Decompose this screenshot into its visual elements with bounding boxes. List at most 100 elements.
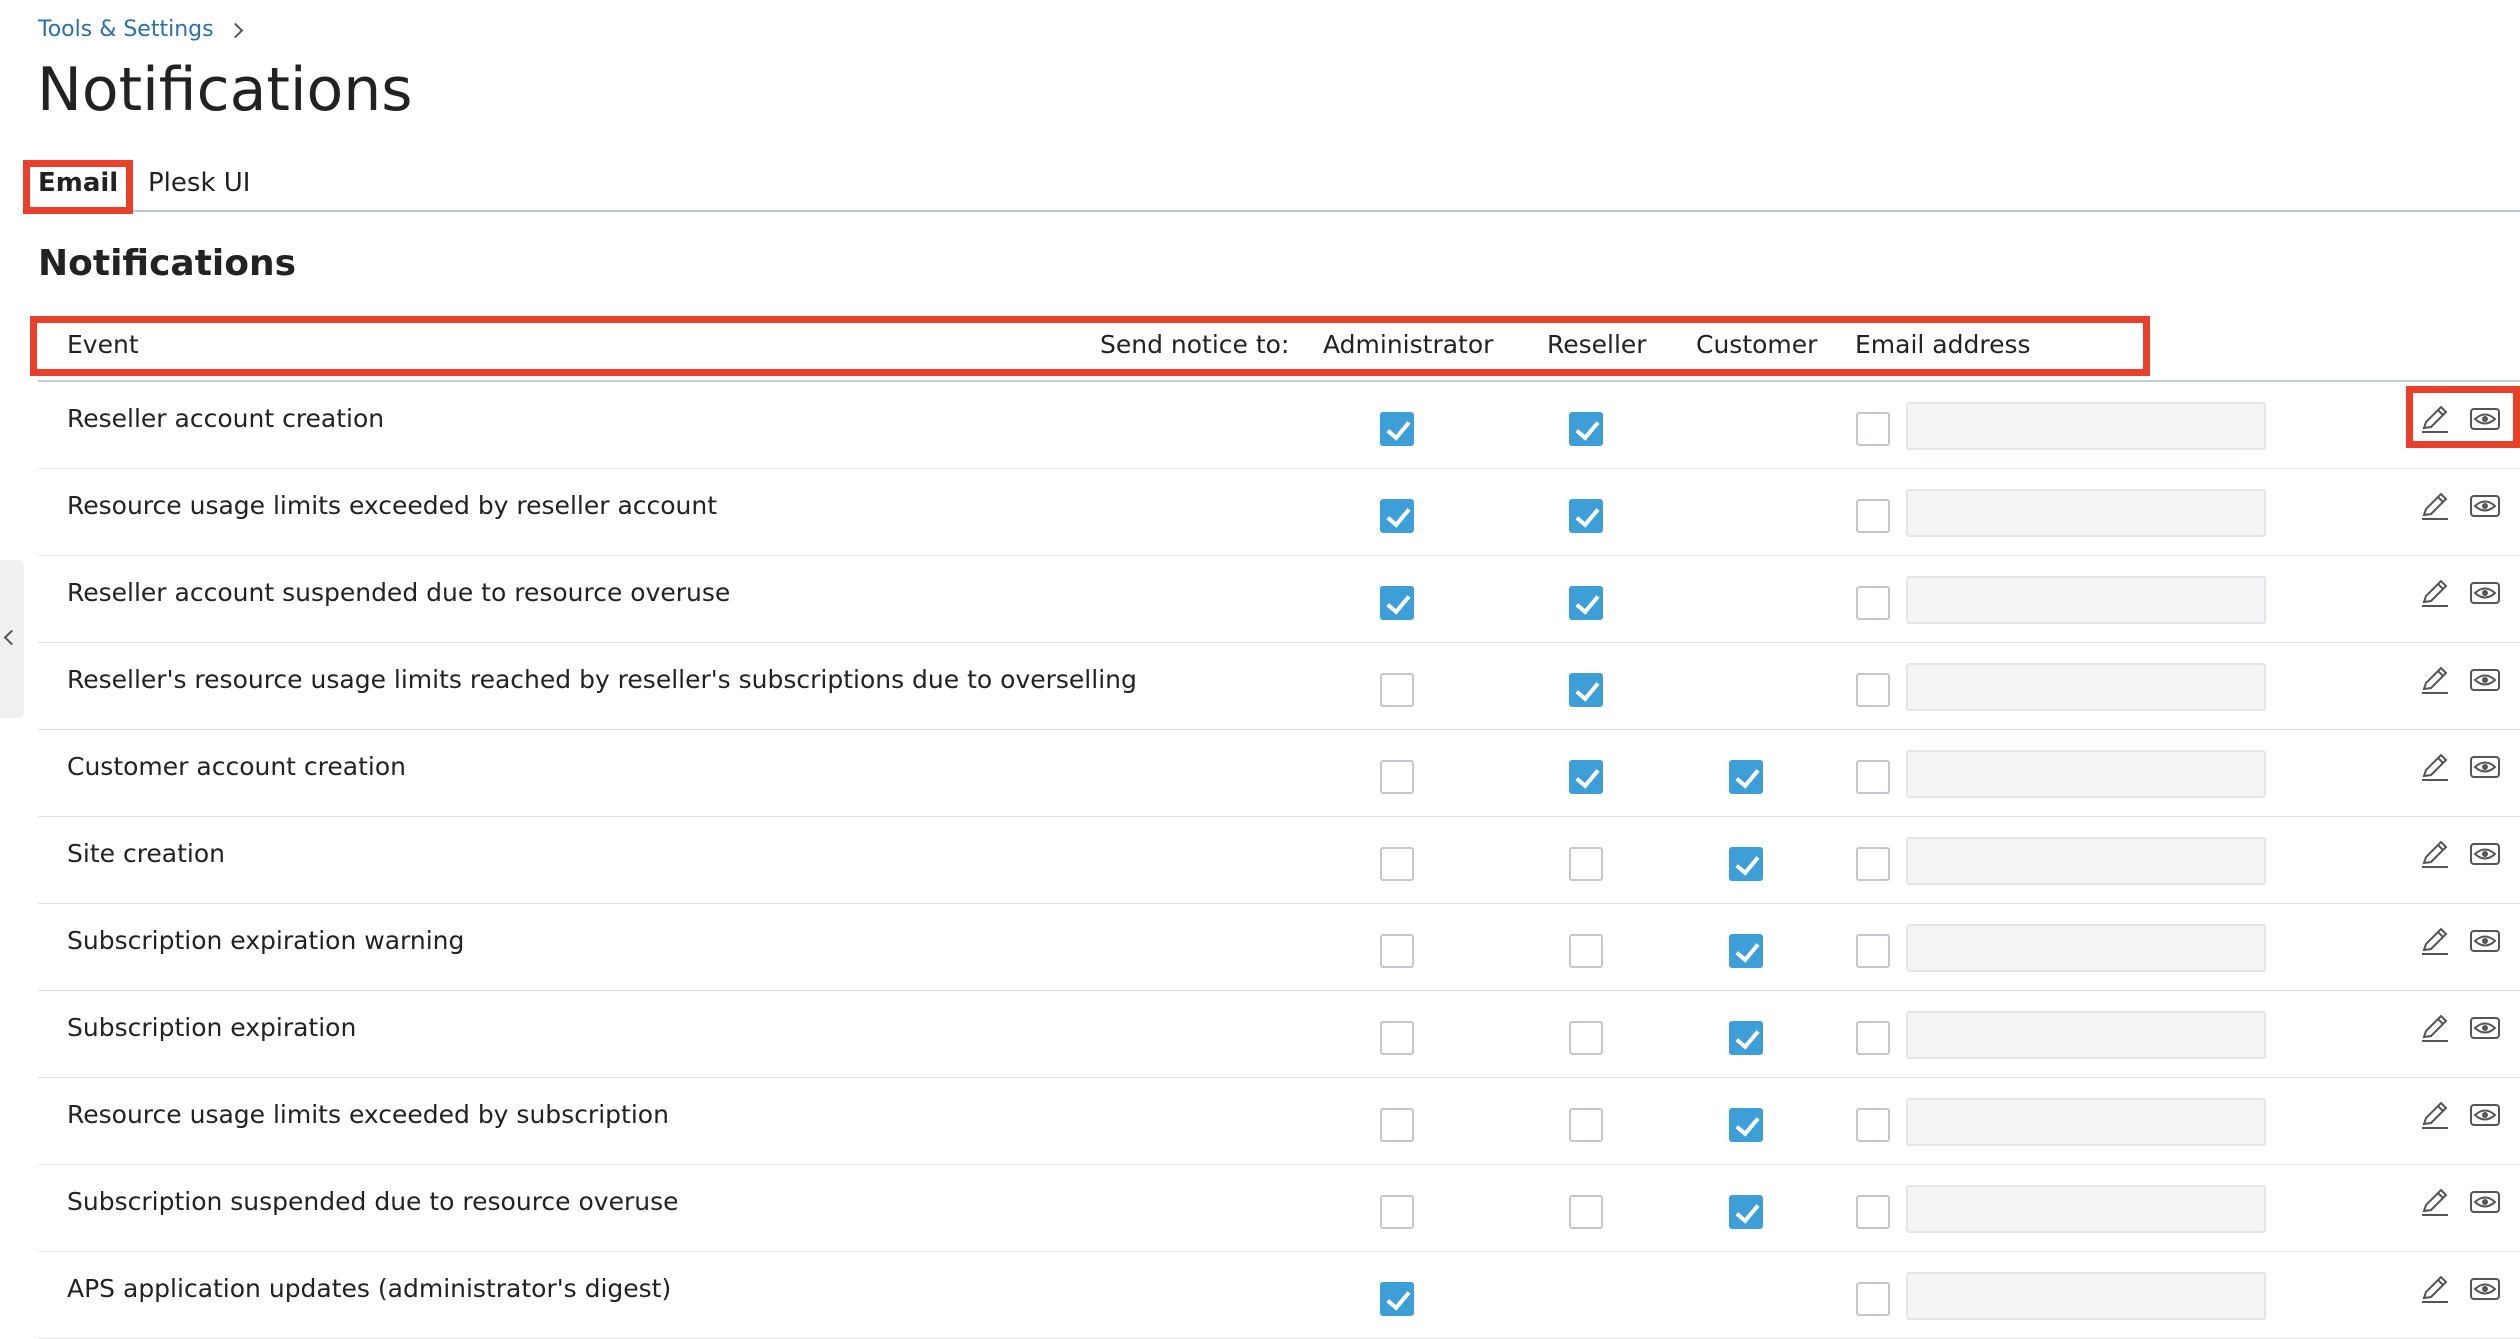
event-name: Customer account creation bbox=[67, 752, 406, 781]
customer-checkbox[interactable] bbox=[1729, 1195, 1763, 1229]
email-address-checkbox[interactable] bbox=[1856, 586, 1890, 620]
administrator-checkbox[interactable] bbox=[1380, 760, 1414, 794]
customer-checkbox[interactable] bbox=[1729, 934, 1763, 968]
eye-icon[interactable] bbox=[2468, 924, 2502, 958]
reseller-checkbox[interactable] bbox=[1569, 1108, 1603, 1142]
eye-icon[interactable] bbox=[2468, 1185, 2502, 1219]
customer-checkbox[interactable] bbox=[1729, 1108, 1763, 1142]
email-address-input[interactable] bbox=[1906, 837, 2266, 885]
table-header: Event Send notice to: Administrator Rese… bbox=[38, 328, 2520, 382]
eye-icon[interactable] bbox=[2468, 1011, 2502, 1045]
email-address-checkbox[interactable] bbox=[1856, 412, 1890, 446]
tab-email[interactable]: Email bbox=[38, 168, 118, 198]
email-address-input[interactable] bbox=[1906, 750, 2266, 798]
eye-icon[interactable] bbox=[2468, 663, 2502, 697]
column-header-event: Event bbox=[67, 330, 139, 359]
sidebar-toggle[interactable] bbox=[0, 560, 24, 718]
eye-icon[interactable] bbox=[2468, 489, 2502, 523]
event-name: Site creation bbox=[67, 839, 226, 868]
customer-checkbox[interactable] bbox=[1729, 847, 1763, 881]
administrator-checkbox[interactable] bbox=[1380, 847, 1414, 881]
email-address-checkbox[interactable] bbox=[1856, 499, 1890, 533]
email-address-input[interactable] bbox=[1906, 924, 2266, 972]
reseller-checkbox[interactable] bbox=[1569, 847, 1603, 881]
breadcrumb: Tools & Settings bbox=[38, 17, 243, 42]
email-address-input[interactable] bbox=[1906, 1098, 2266, 1146]
table-row: Reseller account creation bbox=[38, 382, 2520, 469]
notifications-page: Tools & Settings Notifications Email Ple… bbox=[0, 0, 2520, 1339]
pencil-icon[interactable] bbox=[2418, 924, 2452, 958]
reseller-checkbox[interactable] bbox=[1569, 934, 1603, 968]
reseller-checkbox[interactable] bbox=[1569, 412, 1603, 446]
column-header-send-notice-to: Send notice to: bbox=[1100, 330, 1290, 359]
pencil-icon[interactable] bbox=[2418, 837, 2452, 871]
table-row: Resource usage limits exceeded by subscr… bbox=[38, 1078, 2520, 1165]
column-header-customer: Customer bbox=[1696, 330, 1818, 359]
table-row: Subscription expiration warning bbox=[38, 904, 2520, 991]
pencil-icon[interactable] bbox=[2418, 1272, 2452, 1306]
reseller-checkbox[interactable] bbox=[1569, 760, 1603, 794]
reseller-checkbox[interactable] bbox=[1569, 673, 1603, 707]
email-address-checkbox[interactable] bbox=[1856, 934, 1890, 968]
table-row: APS application updates (administrator's… bbox=[38, 1252, 2520, 1339]
administrator-checkbox[interactable] bbox=[1380, 499, 1414, 533]
section-title: Notifications bbox=[38, 243, 297, 284]
administrator-checkbox[interactable] bbox=[1380, 412, 1414, 446]
email-address-checkbox[interactable] bbox=[1856, 1195, 1890, 1229]
pencil-icon[interactable] bbox=[2418, 576, 2452, 610]
administrator-checkbox[interactable] bbox=[1380, 673, 1414, 707]
reseller-checkbox[interactable] bbox=[1569, 499, 1603, 533]
table-row: Reseller account suspended due to resour… bbox=[38, 556, 2520, 643]
email-address-input[interactable] bbox=[1906, 1185, 2266, 1233]
reseller-checkbox[interactable] bbox=[1569, 1195, 1603, 1229]
pencil-icon[interactable] bbox=[2418, 750, 2452, 784]
breadcrumb-link-tools-settings[interactable]: Tools & Settings bbox=[38, 17, 214, 42]
email-address-input[interactable] bbox=[1906, 1011, 2266, 1059]
pencil-icon[interactable] bbox=[2418, 1098, 2452, 1132]
tab-plesk-ui[interactable]: Plesk UI bbox=[148, 168, 250, 198]
event-name: Resource usage limits exceeded by subscr… bbox=[67, 1100, 669, 1129]
administrator-checkbox[interactable] bbox=[1380, 1021, 1414, 1055]
event-name: Subscription suspended due to resource o… bbox=[67, 1187, 679, 1216]
eye-icon[interactable] bbox=[2468, 837, 2502, 871]
email-address-input[interactable] bbox=[1906, 489, 2266, 537]
table-row: Site creation bbox=[38, 817, 2520, 904]
event-name: Subscription expiration bbox=[67, 1013, 357, 1042]
eye-icon[interactable] bbox=[2468, 1098, 2502, 1132]
table-row: Resource usage limits exceeded by resell… bbox=[38, 469, 2520, 556]
administrator-checkbox[interactable] bbox=[1380, 1195, 1414, 1229]
pencil-icon[interactable] bbox=[2418, 489, 2452, 523]
email-address-checkbox[interactable] bbox=[1856, 847, 1890, 881]
chevron-left-icon bbox=[3, 629, 20, 646]
pencil-icon[interactable] bbox=[2418, 1011, 2452, 1045]
email-address-input[interactable] bbox=[1906, 1272, 2266, 1320]
reseller-checkbox[interactable] bbox=[1569, 586, 1603, 620]
event-name: Reseller's resource usage limits reached… bbox=[67, 665, 1137, 694]
email-address-input[interactable] bbox=[1906, 576, 2266, 624]
pencil-icon[interactable] bbox=[2418, 1185, 2452, 1219]
administrator-checkbox[interactable] bbox=[1380, 586, 1414, 620]
eye-icon[interactable] bbox=[2468, 402, 2502, 436]
administrator-checkbox[interactable] bbox=[1380, 1282, 1414, 1316]
event-name: Reseller account creation bbox=[67, 404, 385, 433]
customer-checkbox[interactable] bbox=[1729, 1021, 1763, 1055]
email-address-checkbox[interactable] bbox=[1856, 760, 1890, 794]
column-header-reseller: Reseller bbox=[1547, 330, 1647, 359]
eye-icon[interactable] bbox=[2468, 576, 2502, 610]
administrator-checkbox[interactable] bbox=[1380, 1108, 1414, 1142]
eye-icon[interactable] bbox=[2468, 1272, 2502, 1306]
email-address-input[interactable] bbox=[1906, 663, 2266, 711]
email-address-checkbox[interactable] bbox=[1856, 1282, 1890, 1316]
email-address-checkbox[interactable] bbox=[1856, 1108, 1890, 1142]
customer-checkbox[interactable] bbox=[1729, 760, 1763, 794]
reseller-checkbox[interactable] bbox=[1569, 1021, 1603, 1055]
eye-icon[interactable] bbox=[2468, 750, 2502, 784]
administrator-checkbox[interactable] bbox=[1380, 934, 1414, 968]
pencil-icon[interactable] bbox=[2418, 663, 2452, 697]
email-address-checkbox[interactable] bbox=[1856, 673, 1890, 707]
email-address-input[interactable] bbox=[1906, 402, 2266, 450]
pencil-icon[interactable] bbox=[2418, 402, 2452, 436]
email-address-checkbox[interactable] bbox=[1856, 1021, 1890, 1055]
table-row: Subscription suspended due to resource o… bbox=[38, 1165, 2520, 1252]
event-name: Subscription expiration warning bbox=[67, 926, 465, 955]
